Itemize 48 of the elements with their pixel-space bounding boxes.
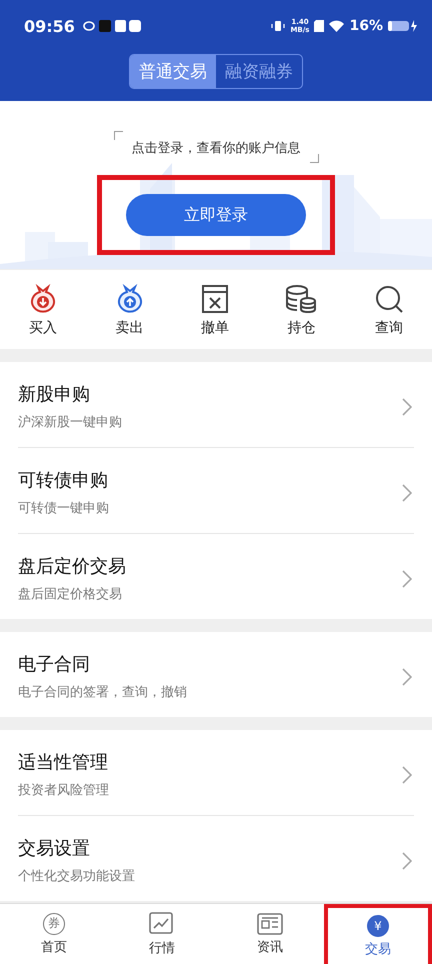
- quick-action[interactable]: 撤单: [200, 284, 229, 337]
- battery-charging-icon: [388, 20, 418, 32]
- menu-title: 可转债申购: [18, 469, 109, 492]
- menu-item[interactable]: 盘后定价交易 盘后固定价格交易: [18, 534, 414, 619]
- login-button[interactable]: 立即登录: [126, 194, 306, 236]
- vibrate-icon: [271, 20, 286, 32]
- menu-subtitle: 个性化交易功能设置: [18, 868, 136, 885]
- wifi-icon: [329, 20, 344, 32]
- menu-subtitle: 盘后固定价格交易: [18, 586, 123, 603]
- quick-action[interactable]: 卖出: [114, 284, 145, 337]
- menu-subtitle: 可转债一键申购: [18, 500, 110, 517]
- coupon-icon: 券: [43, 912, 65, 934]
- quick-action[interactable]: 查询: [374, 284, 404, 337]
- chevron-right-icon: [402, 484, 412, 502]
- sim-icon: [314, 20, 324, 32]
- nav-tab[interactable]: 券 首页: [4, 908, 104, 960]
- newspaper-icon: [257, 912, 283, 934]
- quick-action[interactable]: 买入: [28, 284, 58, 337]
- status-time: 09:56: [24, 16, 75, 36]
- menu-title: 适当性管理: [18, 751, 109, 774]
- chevron-right-icon: [402, 398, 412, 416]
- chevron-right-icon: [402, 570, 412, 588]
- nav-tab[interactable]: ¥ 交易: [328, 908, 428, 964]
- menu-title: 交易设置: [18, 837, 91, 860]
- search-icon: [374, 284, 404, 314]
- menu-subtitle: 投资者风险管理: [18, 782, 110, 799]
- menu-item[interactable]: 适当性管理 投资者风险管理: [18, 730, 414, 816]
- coin-stack-icon: [285, 284, 318, 314]
- menu-title: 盘后定价交易: [18, 555, 127, 578]
- quick-action[interactable]: 持仓: [285, 284, 318, 337]
- cancel-window-icon: [200, 284, 229, 314]
- menu-item[interactable]: 交易设置 个性化交易功能设置: [18, 816, 414, 901]
- nav-tab[interactable]: 行情: [112, 908, 212, 960]
- chevron-right-icon: [402, 766, 412, 784]
- menu-title: 新股申购: [18, 383, 91, 406]
- menu-item[interactable]: 可转债申购 可转债一键申购: [18, 448, 414, 534]
- battery-percent: 16%: [349, 18, 383, 34]
- login-prompt: 点击登录，查看你的账户信息: [132, 141, 300, 156]
- menu-subtitle: 电子合同的签署，查询，撤销: [18, 684, 188, 701]
- chart-icon: [149, 912, 175, 936]
- menu-item[interactable]: 新股申购 沪深新股一键申购: [18, 362, 414, 448]
- nav-tab[interactable]: 资讯: [220, 908, 320, 960]
- yuan-icon: ¥: [367, 914, 389, 936]
- menu-subtitle: 沪深新股一键申购: [18, 414, 123, 431]
- app-notification-icons: [82, 19, 141, 33]
- chevron-right-icon: [402, 852, 412, 870]
- chevron-right-icon: [402, 668, 412, 686]
- menu-title: 电子合同: [18, 653, 91, 676]
